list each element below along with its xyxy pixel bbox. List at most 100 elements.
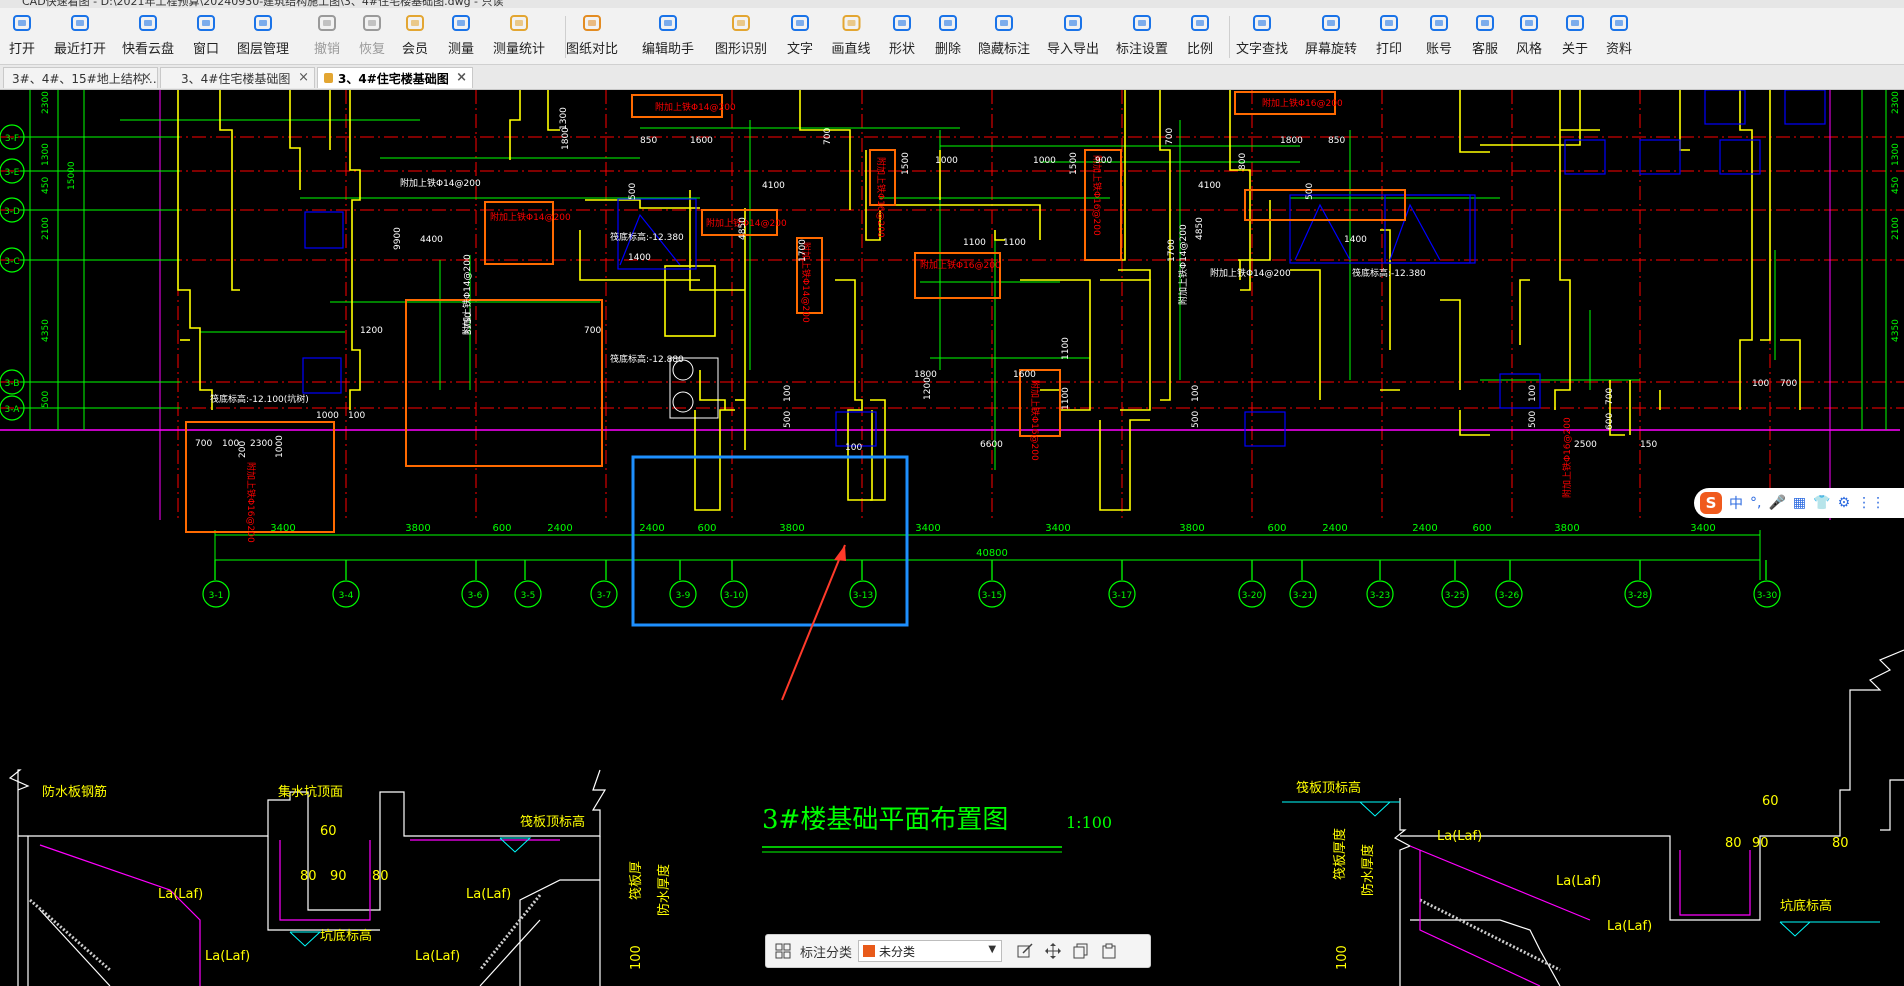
toolbar-button-1[interactable]: 最近打开 — [54, 12, 106, 60]
svg-text:3-20: 3-20 — [1242, 591, 1263, 601]
edit-icon[interactable] — [1014, 940, 1036, 962]
toolbar-button-13[interactable]: 文字 — [787, 12, 813, 60]
toolbar-button-label: 隐藏标注 — [977, 42, 1031, 57]
toolbar-button-3[interactable]: 窗口 — [193, 12, 219, 60]
toolbar-button-18[interactable]: 导入导出 — [1047, 12, 1099, 60]
toolbar-button-25[interactable]: 客服 — [1472, 12, 1498, 60]
tab-document-2[interactable]: 3、4#住宅楼基础图 × — [160, 67, 315, 88]
tab-document-1[interactable]: 3#、4#、15#地上结构… × — [3, 67, 158, 88]
ime-mode[interactable]: 中 — [1729, 493, 1743, 513]
svg-text:100: 100 — [845, 443, 862, 453]
svg-text:100: 100 — [783, 385, 793, 402]
toolbar-button-28[interactable]: 资料 — [1606, 12, 1632, 60]
move-icon[interactable] — [1042, 940, 1064, 962]
svg-text:3800: 3800 — [1554, 523, 1579, 534]
svg-text:2500: 2500 — [1574, 440, 1597, 450]
svg-text:80: 80 — [1832, 836, 1849, 851]
copy-icon[interactable] — [1070, 940, 1092, 962]
toolbar-button-20[interactable]: 比例 — [1187, 12, 1213, 60]
svg-text:筏板顶标高: 筏板顶标高 — [1296, 780, 1361, 796]
cloud-icon — [137, 12, 159, 34]
svg-text:La(Laf): La(Laf) — [1607, 919, 1652, 934]
close-icon[interactable]: × — [298, 70, 309, 85]
title-bar: CAD快速看图 - D:\2021年工程预算\20240930-建筑结构施工图\… — [0, 0, 1904, 8]
close-icon[interactable]: × — [456, 70, 467, 85]
toolbar-button-label: 画直线 — [831, 42, 871, 57]
toolbar-button-17[interactable]: 隐藏标注 — [978, 12, 1030, 60]
toolbar-button-10[interactable]: 图纸对比 — [566, 12, 618, 60]
text-search-icon — [1251, 12, 1273, 34]
toolbar-button-label: 关于 — [1561, 42, 1589, 57]
svg-text:9900: 9900 — [393, 227, 403, 250]
keyboard-icon[interactable]: ▦ — [1793, 495, 1806, 511]
main-toolbar: 打开 最近打开 快看云盘 窗口 图层管理 撤销 恢复 会员 测量 测量统计 图纸对比 编辑助手 图形识别… — [0, 8, 1904, 65]
toolbar-button-label: 风格 — [1515, 42, 1543, 57]
toolbar-button-4[interactable]: 图层管理 — [237, 12, 289, 60]
svg-text:3800: 3800 — [405, 523, 430, 534]
tab-document-active[interactable]: 3、4#住宅楼基础图 × — [317, 67, 473, 88]
svg-text:100: 100 — [1191, 385, 1201, 402]
measure-icon — [450, 12, 472, 34]
toolbar-button-19[interactable]: 标注设置 — [1116, 12, 1168, 60]
plan-scale: 1:100 — [1066, 813, 1112, 832]
svg-text:3-B: 3-B — [5, 379, 20, 389]
toolbar-button-7[interactable]: 会员 — [402, 12, 428, 60]
svg-text:90: 90 — [330, 869, 347, 884]
svg-text:集水坑顶面: 集水坑顶面 — [278, 784, 343, 800]
toolbar-button-14[interactable]: 画直线 — [831, 12, 871, 60]
svg-text:40800: 40800 — [976, 548, 1008, 559]
svg-text:4350: 4350 — [41, 319, 51, 342]
toolbar-button-27[interactable]: 关于 — [1562, 12, 1588, 60]
svg-text:筏板厚: 筏板厚 — [628, 861, 644, 900]
paste-icon[interactable] — [1098, 940, 1120, 962]
toolbar-button-0[interactable]: 打开 — [9, 12, 35, 60]
svg-text:80: 80 — [1725, 836, 1742, 851]
toolbar-button-label: 撤销 — [313, 42, 341, 57]
import-export-icon — [1062, 12, 1084, 34]
settings-icon[interactable]: ⚙ — [1838, 495, 1851, 511]
toolbar-button-5[interactable]: 撤销 — [314, 12, 340, 60]
eye-hide-icon — [993, 12, 1015, 34]
svg-text:La(Laf): La(Laf) — [1437, 829, 1482, 844]
style-icon — [1518, 12, 1540, 34]
toolbar-button-24[interactable]: 账号 — [1426, 12, 1452, 60]
drawing-canvas[interactable]: 3400 3800 600 2400 2400 600 3800 3400 34… — [0, 90, 1904, 986]
toolbar-button-23[interactable]: 打印 — [1376, 12, 1402, 60]
annotation-category-select[interactable]: 未分类 ▼ — [858, 940, 1003, 962]
compare-icon — [581, 12, 603, 34]
svg-text:附加上铁Φ16@200: 附加上铁Φ16@200 — [1262, 97, 1343, 109]
grid-icon[interactable]: ⋮⋮ — [1857, 495, 1885, 511]
sogou-logo-icon[interactable]: S — [1700, 492, 1722, 514]
toolbar-button-8[interactable]: 测量 — [448, 12, 474, 60]
microphone-icon[interactable]: 🎤 — [1768, 495, 1785, 511]
svg-text:6600: 6600 — [980, 440, 1003, 450]
toolbar-button-16[interactable]: 删除 — [935, 12, 961, 60]
toolbar-button-15[interactable]: 形状 — [889, 12, 915, 60]
toolbar-button-12[interactable]: 图形识别 — [715, 12, 767, 60]
svg-text:1700: 1700 — [1167, 239, 1177, 262]
svg-text:700: 700 — [195, 439, 212, 449]
svg-text:4850: 4850 — [1195, 217, 1205, 240]
svg-text:3750: 3750 — [464, 312, 474, 335]
rotate-icon — [1320, 12, 1342, 34]
annotation-category-value: 未分类 — [879, 944, 916, 959]
toolbar-button-2[interactable]: 快看云盘 — [122, 12, 174, 60]
punctuation-icon[interactable]: °, — [1750, 495, 1761, 511]
toolbar-button-9[interactable]: 测量统计 — [493, 12, 545, 60]
user-icon — [1428, 12, 1450, 34]
toolbar-button-22[interactable]: 屏幕旋转 — [1305, 12, 1357, 60]
skin-icon[interactable]: 👕 — [1813, 495, 1830, 511]
toolbar-button-11[interactable]: 编辑助手 — [642, 12, 694, 60]
svg-text:3-9: 3-9 — [676, 591, 691, 601]
svg-text:90: 90 — [1752, 836, 1769, 851]
grid-view-icon[interactable] — [772, 940, 794, 962]
toolbar-button-26[interactable]: 风格 — [1516, 12, 1542, 60]
toolbar-button-6[interactable]: 恢复 — [359, 12, 385, 60]
line-icon — [840, 12, 862, 34]
close-icon[interactable]: × — [141, 70, 152, 85]
chevron-down-icon: ▼ — [988, 944, 997, 955]
svg-text:150: 150 — [1640, 440, 1657, 450]
toolbar-button-label: 删除 — [934, 42, 962, 57]
svg-text:100: 100 — [222, 439, 239, 449]
toolbar-button-21[interactable]: 文字查找 — [1236, 12, 1288, 60]
